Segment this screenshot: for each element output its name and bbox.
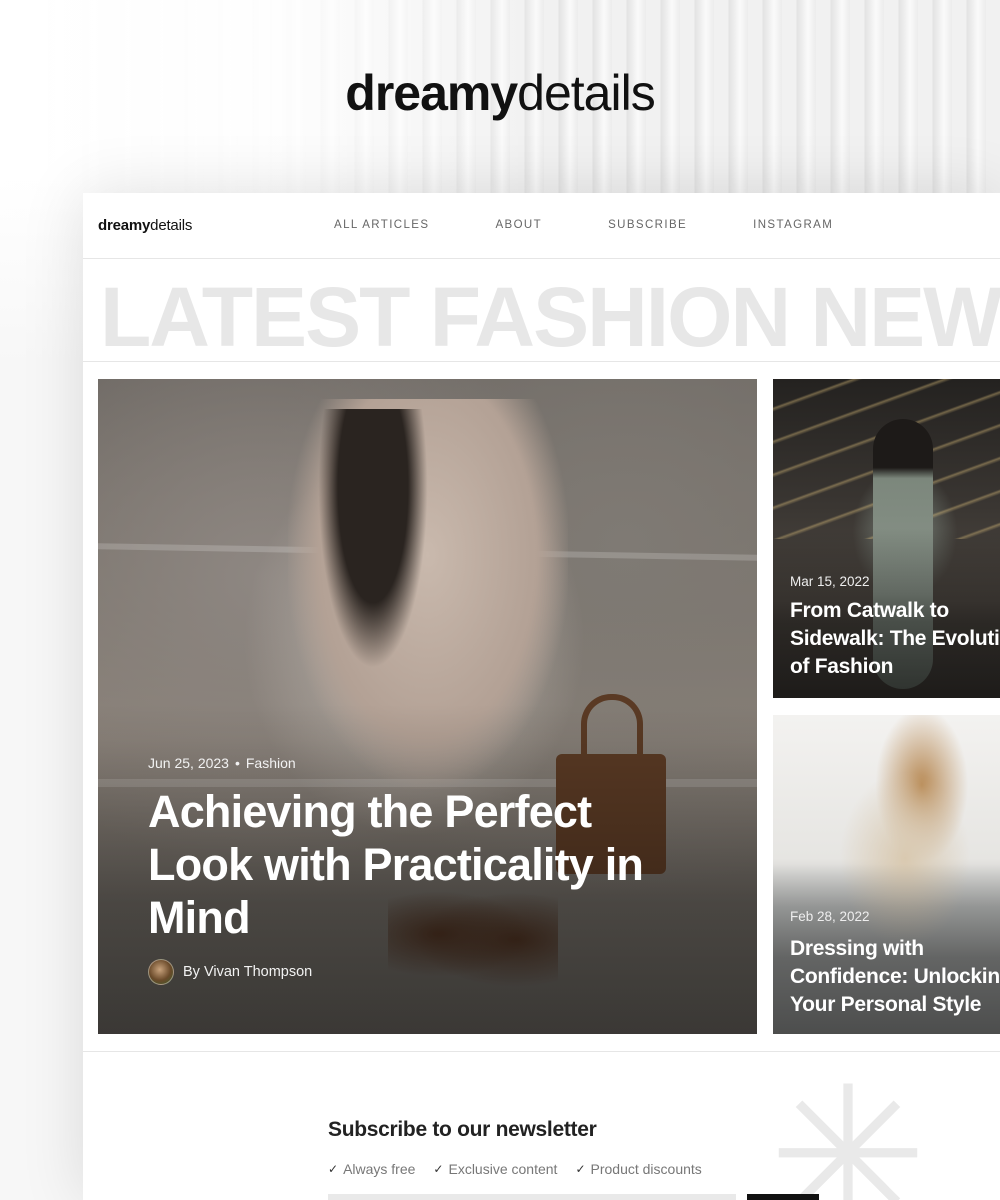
nav-link-subscribe[interactable]: SUBSCRIBE [608,219,687,231]
featured-title[interactable]: Achieving the Perfect Look with Practica… [148,785,688,944]
side-article-date: Mar 15, 2022 [790,574,870,589]
side-article-title[interactable]: Dressing with Confidence: Unlocking Your… [790,935,1000,1019]
author-name: By Vivan Thompson [183,964,313,980]
nav-link-about[interactable]: ABOUT [495,219,542,231]
newsletter-title: Subscribe to our newsletter [328,1118,597,1141]
featured-meta: Jun 25, 2023 • Fashion [148,755,296,771]
photo-model-hair [318,409,428,669]
website-preview: dreamydetails ALL ARTICLES ABOUT SUBSCRI… [83,193,1000,1200]
side-article-card-2[interactable]: Feb 28, 2022 Dressing with Confidence: U… [773,715,1000,1034]
side-article-title[interactable]: From Catwalk to Sidewalk: The Evolution … [790,597,1000,681]
newsletter-perks: ✓ Always free ✓ Exclusive content ✓ Product… [328,1161,720,1177]
featured-category[interactable]: Fashion [246,755,296,771]
check-icon: ✓ [575,1162,586,1176]
perk-label: Always free [343,1161,416,1177]
nav-link-instagram[interactable]: INSTAGRAM [753,219,833,231]
nav-links: ALL ARTICLES ABOUT SUBSCRIBE INSTAGRAM [334,219,899,231]
newsletter-email-input[interactable] [328,1194,736,1200]
featured-article-card[interactable]: Jun 25, 2023 • Fashion Achieving the Perfe… [98,379,757,1034]
articles-grid: Jun 25, 2023 • Fashion Achieving the Perfe… [83,379,1000,1035]
decorative-star-icon: ✳ [768,1051,928,1200]
author-avatar [148,959,174,985]
featured-author[interactable]: By Vivan Thompson [148,959,312,985]
banner-heading: LATEST FASHION NEWS [100,270,1000,362]
site-logo-bold: dreamy [98,217,151,234]
perk-item: ✓ Always free [328,1161,415,1177]
hero-logo: dreamydetails [0,64,1000,122]
perk-label: Exclusive content [448,1161,558,1177]
newsletter-subscribe-button[interactable] [747,1194,819,1200]
side-article-date: Feb 28, 2022 [790,909,870,924]
meta-separator: • [234,755,240,771]
top-navigation: dreamydetails ALL ARTICLES ABOUT SUBSCRI… [83,193,1000,259]
site-logo-light: details [150,217,193,234]
nav-link-all-articles[interactable]: ALL ARTICLES [334,219,429,231]
newsletter-section: ✳ Subscribe to our newsletter ✓ Always fr… [83,1051,1000,1200]
featured-date: Jun 25, 2023 [148,755,229,771]
check-icon: ✓ [433,1162,444,1176]
check-icon: ✓ [328,1162,339,1176]
site-logo[interactable]: dreamydetails [98,217,192,234]
hero-logo-bold: dreamy [345,65,518,121]
hero-logo-light: details [517,65,656,121]
section-banner: LATEST FASHION NEWS [83,259,1000,362]
perk-label: Product discounts [590,1161,702,1177]
perk-item: ✓ Product discounts [575,1161,701,1177]
perk-item: ✓ Exclusive content [433,1161,557,1177]
side-article-card-1[interactable]: Mar 15, 2022 From Catwalk to Sidewalk: T… [773,379,1000,698]
